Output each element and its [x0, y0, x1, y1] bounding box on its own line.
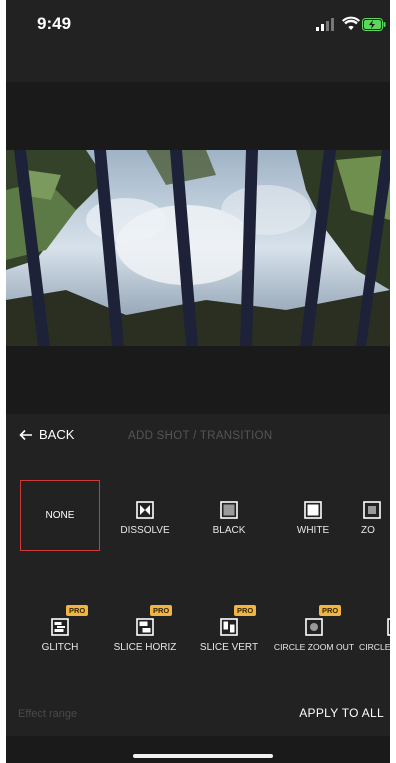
transition-slice-vert-label: SLICE VERT: [199, 642, 259, 653]
transition-slice-horiz[interactable]: SLICE HORIZ: [103, 618, 187, 653]
home-indicator-area: [6, 736, 390, 763]
back-button[interactable]: BACK: [19, 427, 74, 442]
transition-black[interactable]: BLACK: [187, 501, 271, 536]
transition-circle-zoom-out-label: CIRCLE ZOOM OUT: [273, 642, 355, 652]
transition-slice-horiz-label: SLICE HORIZ: [113, 642, 177, 653]
transition-none-label: NONE: [45, 510, 75, 521]
arrow-left-icon: [19, 429, 32, 440]
zoom-icon: [363, 501, 381, 519]
slice-vert-icon: [220, 618, 238, 636]
wifi-icon: [342, 16, 360, 30]
glitch-icon: [51, 618, 69, 636]
bowtie-icon: [136, 501, 154, 519]
status-bar: 9:49: [6, 0, 390, 48]
pro-badge: PRO: [234, 605, 257, 616]
transition-circle-zoom-out[interactable]: CIRCLE ZOOM OUT: [271, 618, 357, 653]
white-square-icon: [304, 501, 322, 519]
home-indicator[interactable]: [133, 754, 273, 758]
transition-glitch[interactable]: GLITCH: [18, 618, 102, 653]
transition-circle[interactable]: CIRCLE: [359, 618, 390, 653]
panel-header: BACK ADD SHOT / TRANSITION: [6, 414, 390, 458]
transition-panel: BACK ADD SHOT / TRANSITION NONE DISSOLVE…: [6, 414, 390, 736]
effect-range-label: Effect range: [18, 708, 78, 720]
circle-zoom-out-icon: [305, 618, 323, 636]
slice-horiz-icon: [136, 618, 154, 636]
cellular-signal-icon: [316, 18, 334, 31]
transition-dissolve[interactable]: DISSOLVE: [103, 501, 187, 536]
status-time: 9:49: [37, 14, 72, 33]
transition-white-label: WHITE: [296, 525, 330, 536]
transition-none[interactable]: NONE: [20, 480, 100, 551]
transition-glitch-label: GLITCH: [41, 642, 79, 653]
pro-badge: PRO: [66, 605, 89, 616]
pro-badge: PRO: [150, 605, 173, 616]
transition-zoom[interactable]: ZO: [355, 501, 390, 536]
gray-square-icon: [220, 501, 238, 519]
apply-to-all-button[interactable]: APPLY TO ALL: [299, 706, 384, 720]
transition-white[interactable]: WHITE: [271, 501, 355, 536]
circle-icon: [387, 618, 390, 636]
pro-badge: PRO: [319, 605, 342, 616]
battery-charging-icon: [362, 18, 386, 31]
transition-dissolve-label: DISSOLVE: [120, 525, 170, 536]
back-label: BACK: [39, 427, 75, 442]
top-strip: [6, 48, 390, 82]
transition-slice-vert[interactable]: SLICE VERT: [187, 618, 271, 653]
app-frame: 9:49 BACK ADD SHOT / TRANSITION NONE DIS…: [6, 0, 390, 763]
transition-circle-label: CIRCLE: [359, 642, 390, 652]
transition-zoom-label: ZO: [361, 525, 375, 536]
transition-black-label: BLACK: [212, 525, 246, 536]
video-preview-image: [6, 150, 390, 346]
panel-title: ADD SHOT / TRANSITION: [128, 430, 273, 442]
